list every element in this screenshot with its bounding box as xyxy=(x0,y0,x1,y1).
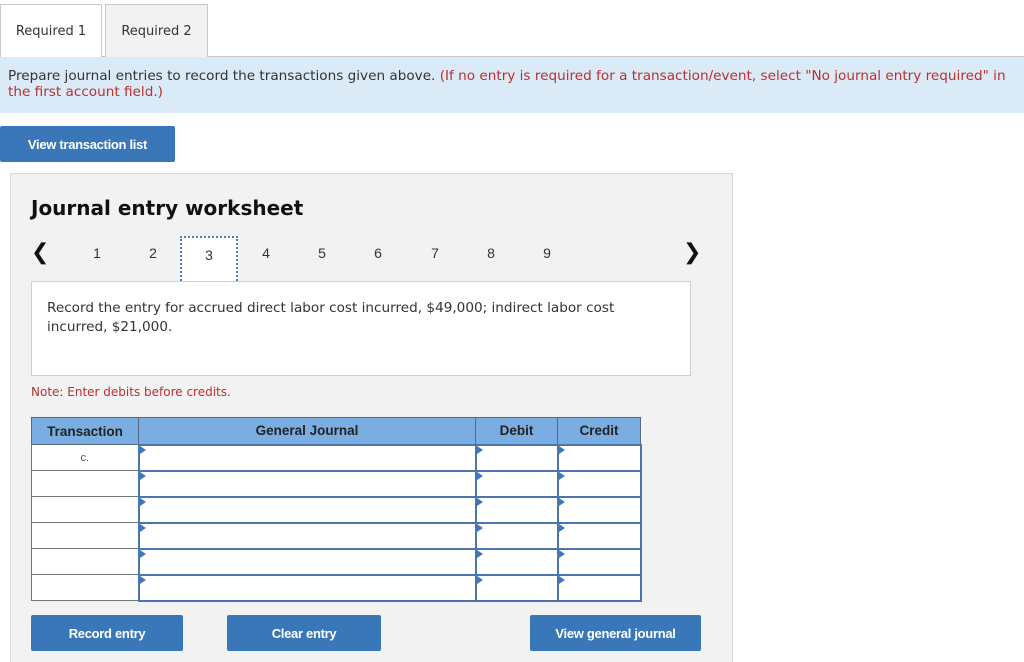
account-select[interactable] xyxy=(137,547,477,576)
page-1[interactable]: 1 xyxy=(69,236,125,282)
entry-prompt: Record the entry for accrued direct labo… xyxy=(31,281,691,376)
credit-input[interactable] xyxy=(556,521,642,550)
credit-input[interactable] xyxy=(556,573,642,602)
transaction-cell xyxy=(31,496,139,523)
account-select[interactable] xyxy=(137,443,477,472)
page-8[interactable]: 8 xyxy=(463,236,519,282)
account-select[interactable] xyxy=(137,469,477,498)
table-row xyxy=(31,547,642,576)
transaction-cell: c. xyxy=(31,444,139,471)
debit-input[interactable] xyxy=(474,547,559,576)
table-row xyxy=(31,521,642,550)
tab-bar: Required 1 Required 2 xyxy=(0,4,1024,58)
debit-input[interactable] xyxy=(474,495,559,524)
tab-required-1[interactable]: Required 1 xyxy=(0,4,102,58)
journal-entry-worksheet: Journal entry worksheet ❮ 1 2 3 4 5 6 7 … xyxy=(10,173,733,662)
header-debit: Debit xyxy=(475,417,558,445)
header-general-journal: General Journal xyxy=(138,417,476,445)
page-6[interactable]: 6 xyxy=(350,236,406,282)
table-row xyxy=(31,495,642,524)
page-4[interactable]: 4 xyxy=(238,236,294,282)
table-row xyxy=(31,469,642,498)
table-row xyxy=(31,573,642,602)
transaction-cell xyxy=(31,574,139,601)
table-row: c. xyxy=(31,443,642,472)
header-transaction: Transaction xyxy=(31,417,139,445)
credit-input[interactable] xyxy=(556,469,642,498)
page-3-current[interactable]: 3 xyxy=(180,236,238,284)
credit-input[interactable] xyxy=(556,547,642,576)
record-entry-button[interactable]: Record entry xyxy=(31,615,183,651)
credit-input[interactable] xyxy=(556,495,642,524)
debit-input[interactable] xyxy=(474,469,559,498)
page-5[interactable]: 5 xyxy=(294,236,350,282)
view-general-journal-button[interactable]: View general journal xyxy=(530,615,701,651)
debit-input[interactable] xyxy=(474,573,559,602)
account-select[interactable] xyxy=(137,573,477,602)
table-header-row: Transaction General Journal Debit Credit xyxy=(31,417,641,445)
account-select[interactable] xyxy=(137,495,477,524)
journal-table: Transaction General Journal Debit Credit… xyxy=(31,417,642,602)
debits-note: Note: Enter debits before credits. xyxy=(31,385,231,399)
page-2[interactable]: 2 xyxy=(125,236,181,282)
next-entry-icon[interactable]: ❯ xyxy=(683,240,701,266)
instruction-banner: Prepare journal entries to record the tr… xyxy=(0,57,1024,113)
transaction-cell xyxy=(31,548,139,575)
prev-entry-icon[interactable]: ❮ xyxy=(31,240,49,266)
page-9[interactable]: 9 xyxy=(519,236,575,282)
credit-input[interactable] xyxy=(556,443,642,472)
account-select[interactable] xyxy=(137,521,477,550)
transaction-cell xyxy=(31,522,139,549)
debit-input[interactable] xyxy=(474,521,559,550)
worksheet-title: Journal entry worksheet xyxy=(31,196,304,220)
instruction-text: Prepare journal entries to record the tr… xyxy=(8,68,436,84)
clear-entry-button[interactable]: Clear entry xyxy=(227,615,381,651)
tab-required-2[interactable]: Required 2 xyxy=(105,4,208,57)
debit-input[interactable] xyxy=(474,443,559,472)
view-transaction-list-button[interactable]: View transaction list xyxy=(0,126,175,162)
page-7[interactable]: 7 xyxy=(407,236,463,282)
transaction-cell xyxy=(31,470,139,497)
header-credit: Credit xyxy=(557,417,641,445)
entry-pager: ❮ 1 2 3 4 5 6 7 8 9 ❯ xyxy=(11,236,734,284)
